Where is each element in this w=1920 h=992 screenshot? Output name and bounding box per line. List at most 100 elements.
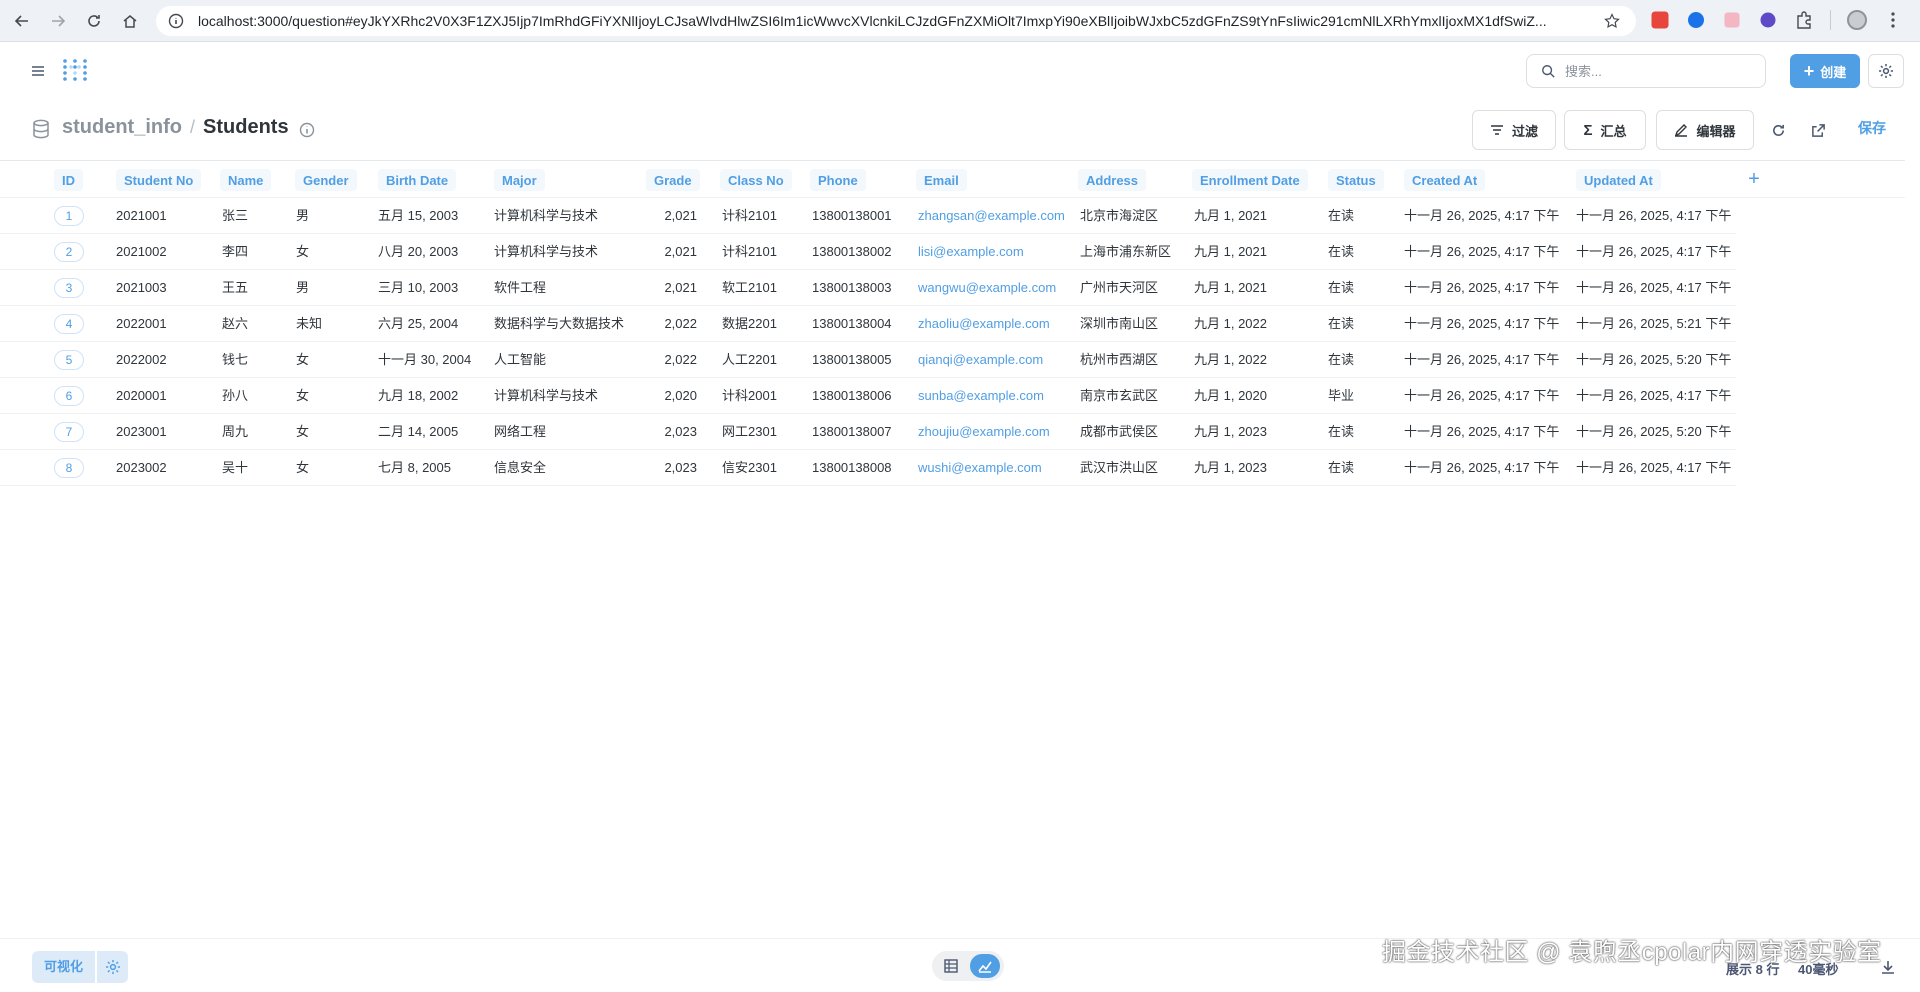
table-cell: 张三 bbox=[222, 208, 249, 223]
email-link[interactable]: wangwu@example.com bbox=[918, 270, 1056, 306]
refresh-button[interactable] bbox=[1766, 118, 1790, 142]
save-button[interactable]: 保存 bbox=[1858, 118, 1886, 138]
row-id-link[interactable]: 6 bbox=[54, 386, 84, 406]
row-id-link[interactable]: 4 bbox=[54, 314, 84, 334]
extension-icon[interactable] bbox=[1760, 12, 1776, 28]
email-link[interactable]: lisi@example.com bbox=[918, 234, 1024, 270]
table-header: ID Student No Name Gender Birth Date Maj… bbox=[0, 160, 1905, 198]
info-icon[interactable] bbox=[299, 122, 315, 138]
table-cell: 十一月 26, 2025, 4:17 下午 bbox=[1404, 424, 1560, 439]
table-cell: 赵六 bbox=[222, 316, 249, 331]
column-header[interactable]: Grade bbox=[646, 169, 700, 191]
row-id-link[interactable]: 3 bbox=[54, 278, 84, 298]
email-link[interactable]: zhangsan@example.com bbox=[918, 198, 1065, 234]
filter-button[interactable]: 过滤 bbox=[1472, 110, 1556, 150]
viz-settings-button[interactable] bbox=[96, 951, 128, 983]
table-cell: 计算机科学与技术 bbox=[494, 244, 599, 259]
table-row: 3 2021003 王五 男 三月 10, 2003 软件工程 2,021 软工2101 138… bbox=[0, 270, 1736, 306]
table-cell: 九月 1, 2023 bbox=[1194, 424, 1267, 439]
column-header[interactable]: Birth Date bbox=[378, 169, 457, 191]
table-row: 4 2022001 赵六 未知 六月 25, 2004 数据科学与大数据技术 2,022 数据… bbox=[0, 306, 1736, 342]
extension-icon[interactable] bbox=[1724, 12, 1740, 28]
forward-button[interactable] bbox=[44, 7, 72, 35]
extension-icon[interactable] bbox=[1688, 12, 1704, 28]
url-text[interactable]: localhost:3000/question#eyJkYXRhc2V0X3F1… bbox=[198, 13, 1598, 29]
line-chart-icon bbox=[978, 961, 992, 973]
metabase-logo-icon[interactable] bbox=[62, 58, 88, 84]
column-header[interactable]: Phone bbox=[810, 169, 866, 191]
question-header: student_info / Students 过滤 Σ 汇总 编辑器 bbox=[0, 100, 1920, 160]
breadcrumb-database[interactable]: student_info bbox=[62, 116, 182, 139]
visualize-button[interactable]: 可视化 bbox=[32, 951, 96, 983]
column-header[interactable]: ID bbox=[54, 169, 83, 191]
email-link[interactable]: wushi@example.com bbox=[918, 450, 1042, 486]
table-cell: 女 bbox=[296, 352, 310, 367]
row-id-link[interactable]: 2 bbox=[54, 242, 84, 262]
refresh-icon bbox=[1772, 124, 1784, 136]
puzzle-icon[interactable] bbox=[1794, 10, 1814, 30]
row-id-link[interactable]: 1 bbox=[54, 206, 84, 226]
table-cell: 十一月 30, 2004 bbox=[378, 352, 472, 367]
chart-view-toggle[interactable] bbox=[970, 954, 1000, 978]
more-menu-icon[interactable] bbox=[1883, 10, 1903, 30]
address-bar[interactable]: localhost:3000/question#eyJkYXRhc2V0X3F1… bbox=[156, 6, 1636, 36]
search-box[interactable] bbox=[1526, 54, 1766, 88]
column-header[interactable]: Gender bbox=[295, 169, 357, 191]
email-link[interactable]: zhoujiu@example.com bbox=[918, 414, 1050, 450]
column-header[interactable]: Created At bbox=[1404, 169, 1486, 191]
table-cell: 2,022 bbox=[664, 352, 697, 367]
settings-button[interactable] bbox=[1868, 54, 1904, 88]
table-cell: 软工2101 bbox=[722, 280, 777, 295]
home-button[interactable] bbox=[116, 7, 144, 35]
column-header[interactable]: Class No bbox=[720, 169, 792, 191]
column-header[interactable]: Enrollment Date bbox=[1192, 169, 1308, 191]
email-link[interactable]: sunba@example.com bbox=[918, 378, 1044, 414]
table-cell: 孙八 bbox=[222, 388, 249, 403]
download-icon[interactable] bbox=[1880, 959, 1896, 975]
editor-button[interactable]: 编辑器 bbox=[1656, 110, 1754, 150]
create-button[interactable]: + 创建 bbox=[1790, 54, 1860, 88]
bookmark-star-icon[interactable] bbox=[1604, 13, 1620, 29]
extension-icon[interactable] bbox=[1651, 11, 1669, 29]
site-info-icon[interactable] bbox=[168, 13, 184, 29]
table-row: 1 2021001 张三 男 五月 15, 2003 计算机科学与技术 2,021 计科210… bbox=[0, 198, 1736, 234]
hamburger-menu-icon[interactable] bbox=[30, 63, 46, 79]
table-view-toggle[interactable] bbox=[936, 954, 966, 978]
table-cell: 十一月 26, 2025, 4:17 下午 bbox=[1404, 316, 1560, 331]
table-cell: 数据2201 bbox=[722, 316, 777, 331]
reload-button[interactable] bbox=[80, 7, 108, 35]
table-cell: 女 bbox=[296, 388, 310, 403]
column-header[interactable]: Address bbox=[1078, 169, 1147, 191]
plus-icon: + bbox=[1803, 61, 1815, 81]
row-id-link[interactable]: 5 bbox=[54, 350, 84, 370]
row-id-link[interactable]: 7 bbox=[54, 422, 84, 442]
table-cell: 十一月 26, 2025, 4:17 下午 bbox=[1404, 280, 1560, 295]
table-row: 8 2023002 吴十 女 七月 8, 2005 信息安全 2,023 信安2301 1380… bbox=[0, 450, 1736, 486]
table-cell: 网工2301 bbox=[722, 424, 777, 439]
table-cell: 2,023 bbox=[664, 460, 697, 475]
row-id-link[interactable]: 8 bbox=[54, 458, 84, 478]
column-header[interactable]: Major bbox=[494, 169, 545, 191]
profile-avatar-icon[interactable] bbox=[1847, 10, 1867, 30]
column-header[interactable]: Updated At bbox=[1576, 169, 1661, 191]
column-header[interactable]: Student No bbox=[116, 169, 202, 191]
column-header[interactable]: Name bbox=[220, 169, 272, 191]
back-button[interactable] bbox=[8, 7, 36, 35]
table-cell: 十一月 26, 2025, 5:21 下午 bbox=[1576, 316, 1732, 331]
search-input[interactable] bbox=[1565, 63, 1745, 79]
gear-icon bbox=[1879, 64, 1893, 78]
table-cell: 九月 1, 2023 bbox=[1194, 460, 1267, 475]
table-cell: 吴十 bbox=[222, 460, 249, 475]
table-cell: 2,020 bbox=[664, 388, 697, 403]
column-header[interactable]: Status bbox=[1328, 169, 1384, 191]
add-column-icon[interactable]: + bbox=[1744, 169, 1764, 189]
table-cell: 十一月 26, 2025, 4:17 下午 bbox=[1404, 208, 1560, 223]
edit-icon bbox=[1675, 124, 1688, 137]
summarize-button[interactable]: Σ 汇总 bbox=[1564, 110, 1646, 150]
email-link[interactable]: qianqi@example.com bbox=[918, 342, 1043, 378]
gear-icon bbox=[105, 960, 120, 974]
share-button[interactable] bbox=[1806, 118, 1830, 142]
table-cell: 十一月 26, 2025, 4:17 下午 bbox=[1404, 460, 1560, 475]
column-header[interactable]: Email bbox=[916, 169, 967, 191]
email-link[interactable]: zhaoliu@example.com bbox=[918, 306, 1050, 342]
